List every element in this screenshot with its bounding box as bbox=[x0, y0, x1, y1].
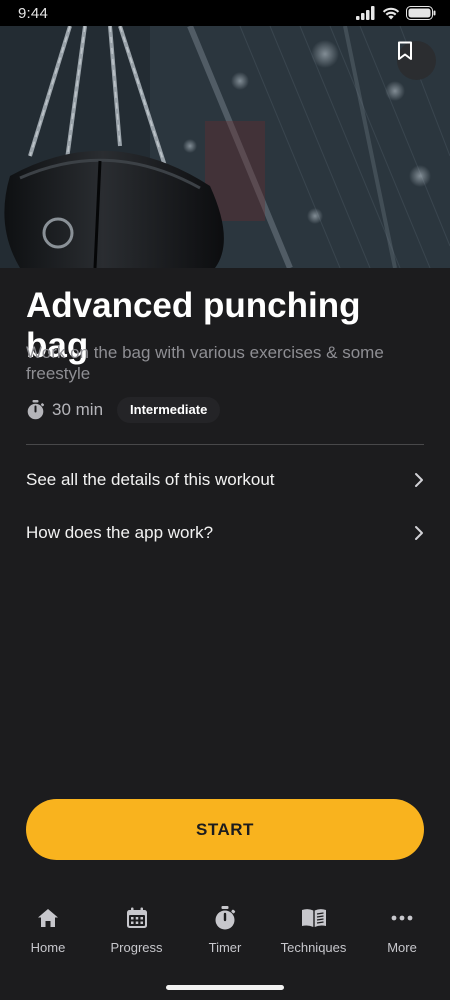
nav-label-techniques: Techniques bbox=[280, 940, 347, 955]
workout-detail-screen: 9:44 Advanced punching bag Work on the b… bbox=[0, 0, 450, 1000]
book-icon bbox=[301, 909, 326, 927]
nav-item-techniques[interactable]: Techniques bbox=[272, 895, 356, 965]
nav-item-progress[interactable]: Progress bbox=[95, 895, 179, 965]
chevron-right-icon bbox=[415, 526, 423, 540]
calendar-icon bbox=[126, 907, 147, 928]
how-app-works-label: How does the app work? bbox=[26, 523, 214, 542]
status-bar: 9:44 bbox=[0, 0, 450, 26]
duration: 30 min bbox=[26, 400, 103, 420]
level-badge: Intermediate bbox=[117, 397, 221, 423]
home-icon bbox=[38, 909, 58, 927]
nav-label-home: Home bbox=[30, 940, 66, 955]
start-button[interactable]: START bbox=[26, 799, 424, 860]
workout-details-label: See all the details of this workout bbox=[26, 470, 275, 489]
stopwatch-icon bbox=[27, 400, 45, 420]
cellular-signal-icon bbox=[356, 6, 375, 20]
status-icons bbox=[356, 6, 436, 20]
punching-bag-illustration bbox=[0, 26, 450, 268]
stopwatch-icon bbox=[215, 906, 236, 930]
nav-label-timer: Timer bbox=[208, 940, 242, 955]
bookmark-icon bbox=[398, 41, 412, 60]
how-app-works-link[interactable]: How does the app work? bbox=[26, 515, 424, 551]
duration-text: 30 min bbox=[52, 400, 104, 419]
battery-icon bbox=[406, 6, 436, 20]
status-time: 9:44 bbox=[18, 4, 48, 22]
wifi-icon bbox=[382, 7, 400, 20]
bottom-navigation: Home Progress Timer Techniques More bbox=[0, 895, 450, 965]
nav-item-timer[interactable]: Timer bbox=[183, 895, 267, 965]
workout-description: Work on the bag with various exercises &… bbox=[26, 343, 384, 383]
nav-label-progress: Progress bbox=[110, 940, 163, 955]
more-dots-icon bbox=[391, 915, 413, 921]
nav-item-more[interactable]: More bbox=[360, 895, 444, 965]
nav-label-more: More bbox=[387, 940, 417, 955]
divider bbox=[26, 444, 424, 445]
hero-image bbox=[0, 26, 450, 268]
home-indicator[interactable] bbox=[166, 985, 284, 990]
workout-meta: 30 min Intermediate bbox=[26, 397, 221, 423]
chevron-right-icon bbox=[415, 473, 423, 487]
workout-details-link[interactable]: See all the details of this workout bbox=[26, 462, 424, 498]
bookmark-button[interactable] bbox=[397, 41, 436, 80]
nav-item-home[interactable]: Home bbox=[6, 895, 90, 965]
